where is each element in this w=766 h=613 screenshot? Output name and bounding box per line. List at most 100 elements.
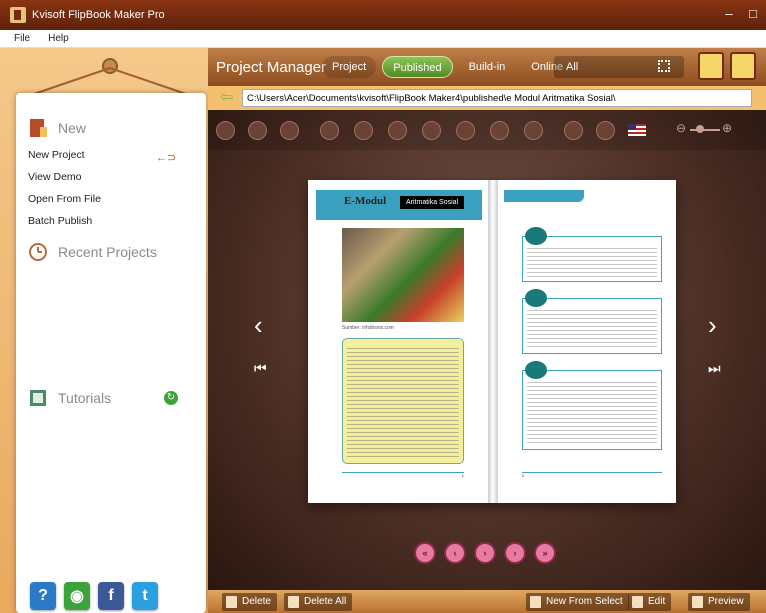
last-page-icon[interactable]: ⏭ xyxy=(708,360,721,377)
facebook-icon[interactable]: f xyxy=(98,581,124,610)
remove-project-icon[interactable] xyxy=(730,52,756,80)
annotate-icon[interactable] xyxy=(388,121,407,140)
pointer-hand-icon: ←⊃ xyxy=(156,152,177,164)
tutorials-label: Tutorials xyxy=(58,390,112,406)
competency-box xyxy=(522,289,662,354)
menu-file[interactable]: File xyxy=(14,33,30,44)
path-field[interactable] xyxy=(242,89,752,107)
left-page-number: 1 xyxy=(461,473,464,478)
sound-icon[interactable] xyxy=(490,121,509,140)
new-book-icon xyxy=(30,119,47,137)
right-page: 2 xyxy=(504,190,670,490)
bottom-action-bar: Delete Delete All New From Select Edit P… xyxy=(208,590,766,613)
help-icon[interactable]: ? xyxy=(30,581,56,610)
first-page-button[interactable]: « xyxy=(414,542,436,564)
view-mode-icon[interactable] xyxy=(658,60,670,72)
previous-page-button[interactable]: ‹ xyxy=(444,542,466,564)
left-panel: New New Project View Demo Open From File… xyxy=(0,48,208,613)
email-icon[interactable] xyxy=(524,121,543,140)
zoom-knob[interactable] xyxy=(696,125,704,133)
new-section-label: New xyxy=(58,120,87,136)
first-page-icon[interactable]: ⏮ xyxy=(254,360,267,377)
website-icon[interactable]: ◉ xyxy=(64,581,90,610)
play-button[interactable]: › xyxy=(474,542,496,564)
view-demo-link[interactable]: View Demo xyxy=(28,171,82,183)
add-project-icon[interactable] xyxy=(698,52,724,80)
recent-projects-label: Recent Projects xyxy=(58,244,157,260)
window-title: Kvisoft FlipBook Maker Pro xyxy=(32,9,165,21)
page-navigator: « ‹ › › » xyxy=(414,542,564,572)
clock-icon xyxy=(29,243,47,261)
emodul-title: E-Modul xyxy=(344,195,387,207)
delete-icon xyxy=(226,596,237,608)
zoom-slider[interactable]: ⊖ ⊕ xyxy=(676,121,736,139)
intro-textbox xyxy=(342,338,464,464)
right-page-footer: 2 xyxy=(522,472,662,478)
print-icon[interactable] xyxy=(354,121,373,140)
batch-publish-link[interactable]: Batch Publish xyxy=(28,215,92,227)
share-icon[interactable] xyxy=(456,121,475,140)
project-manager-bar: Project Manager Project Published Build-… xyxy=(208,48,766,86)
path-bar: ⇦ xyxy=(208,86,766,110)
language-flag-icon[interactable] xyxy=(628,124,646,136)
new-project-link[interactable]: New Project xyxy=(28,149,85,161)
flipbook-toolbar: ⊖ ⊕ xyxy=(208,110,766,150)
preview-button[interactable]: Preview xyxy=(688,593,750,611)
eye-icon xyxy=(692,596,703,608)
left-page: E-Modul Aritmatika Sosial Sumber: infobi… xyxy=(316,190,482,490)
new-section-head: New xyxy=(28,117,86,139)
page-banner: E-Modul Aritmatika Sosial xyxy=(316,190,482,220)
social-bar: ? ◉ f t xyxy=(0,578,208,613)
prev-page-arrow[interactable]: ‹ xyxy=(254,310,263,341)
open-book: E-Modul Aritmatika Sosial Sumber: infobi… xyxy=(308,180,676,503)
right-page-number: 2 xyxy=(522,473,525,478)
new-from-select-button[interactable]: New From Select xyxy=(526,593,629,611)
tab-published[interactable]: Published xyxy=(382,56,453,78)
delete-all-button[interactable]: Delete All xyxy=(284,593,353,611)
open-from-file-link[interactable]: Open From File xyxy=(28,193,101,205)
left-page-footer: 1 xyxy=(342,472,464,478)
market-photo xyxy=(342,228,464,322)
zoom-out-icon[interactable]: ⊖ xyxy=(676,121,686,135)
manager-tabs: Project Published Build-in Online xyxy=(322,56,573,78)
topic-title: Aritmatika Sosial xyxy=(400,196,465,209)
page-tab xyxy=(504,190,584,202)
home-icon[interactable] xyxy=(320,121,339,140)
app-icon xyxy=(10,7,26,23)
bookmark-icon[interactable] xyxy=(248,121,267,140)
book-spine xyxy=(488,180,498,503)
check-icon xyxy=(530,596,541,608)
minimize-button[interactable]: – xyxy=(722,6,736,21)
next-page-arrow[interactable]: › xyxy=(708,310,717,341)
download-icon[interactable] xyxy=(422,121,441,140)
refresh-icon[interactable]: ↻ xyxy=(164,391,178,405)
autoplay-icon[interactable] xyxy=(564,121,583,140)
window-controls: – □ xyxy=(722,6,760,21)
last-page-button[interactable]: » xyxy=(534,542,556,564)
zoom-in-icon[interactable]: ⊕ xyxy=(722,121,732,135)
edit-button[interactable]: Edit xyxy=(628,593,672,611)
back-arrow-icon[interactable]: ⇦ xyxy=(220,90,240,106)
twitter-icon[interactable]: t xyxy=(132,581,158,610)
photo-caption: Sumber: infobisnis.com xyxy=(342,325,394,331)
keywords-box xyxy=(522,227,662,282)
project-manager-title: Project Manager xyxy=(216,58,327,76)
tab-build-in[interactable]: Build-in xyxy=(459,56,516,78)
menu-help[interactable]: Help xyxy=(48,33,69,44)
flipbook-preview: ⊖ ⊕ E-Modul Aritmatika Sosial Sumber: in… xyxy=(208,110,766,590)
recent-projects-head: Recent Projects xyxy=(28,241,157,263)
menu-bar: File Help xyxy=(0,30,766,48)
tab-project[interactable]: Project xyxy=(322,56,377,78)
maximize-button[interactable]: □ xyxy=(746,6,760,21)
delete-button[interactable]: Delete xyxy=(222,593,277,611)
edit-icon xyxy=(632,596,643,608)
tutorials-icon xyxy=(30,390,46,406)
thumbnails-icon[interactable] xyxy=(216,121,235,140)
start-card: New New Project View Demo Open From File… xyxy=(16,93,206,613)
search-icon[interactable] xyxy=(280,121,299,140)
next-page-button[interactable]: › xyxy=(504,542,526,564)
trash-icon xyxy=(288,596,299,608)
indicator-box xyxy=(522,361,662,450)
project-manager-area: Project Manager Project Published Build-… xyxy=(208,48,766,613)
help-book-icon[interactable] xyxy=(596,121,615,140)
